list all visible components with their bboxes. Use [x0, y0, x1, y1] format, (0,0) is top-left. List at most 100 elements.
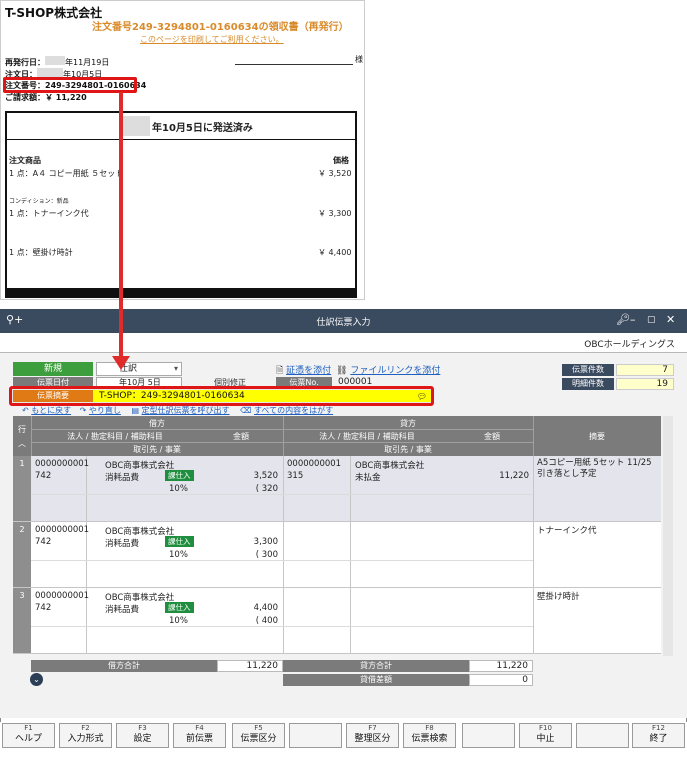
balance-diff-label: 貸借差額	[283, 674, 469, 686]
f8-voucher-search-button[interactable]: F8 伝票検索	[403, 723, 456, 748]
redacted-block	[120, 116, 150, 136]
minimize-icon[interactable]: –	[630, 313, 636, 326]
item-name: 1 点：壁掛け時計	[9, 248, 73, 257]
remarks: トナーインク代	[537, 526, 597, 536]
debit-account: 消耗品費	[105, 605, 140, 615]
f11-blank-button[interactable]	[576, 723, 629, 748]
item-name: 1 点：A４ コピー用紙 ５セット	[9, 169, 124, 178]
new-button[interactable]: 新規	[13, 362, 93, 376]
credit-partner-header: 取引先 / 事業	[384, 445, 432, 454]
detail-count-label: 明細件数	[562, 378, 614, 390]
clear-icon[interactable]: ⌫	[240, 406, 251, 415]
summary-highlight	[9, 386, 434, 406]
f5-voucher-class-button[interactable]: F5 伝票区分	[232, 723, 285, 748]
shipment-date: 年10月5日に発送済み	[152, 123, 253, 134]
collapse-icon[interactable]: ︿	[15, 438, 29, 449]
f3-settings-button[interactable]: F3 設定	[116, 723, 169, 748]
tax-badge: 課仕入	[165, 536, 194, 547]
receipt-title: 注文番号249-3294801-0160634の領収書（再発行）	[92, 22, 349, 33]
reissue-label: 再発行日：	[5, 58, 45, 67]
tax-amount: ( 400	[255, 616, 278, 626]
print-note: このページを印刷してご利用ください。	[140, 35, 284, 44]
detail-count-value: 19	[616, 378, 674, 390]
item-price: ￥ 3,520	[318, 169, 352, 178]
f10-cancel-button[interactable]: F10 中止	[519, 723, 572, 748]
row-number: 3	[13, 588, 31, 653]
redo-link[interactable]: やり直し	[89, 406, 121, 415]
redacted-block	[37, 68, 63, 77]
f6-blank-button[interactable]	[289, 723, 342, 748]
counts-panel: 伝票件数 7 明細件数 19	[562, 364, 674, 390]
red-arrow-head	[112, 356, 130, 370]
order-number-highlight	[3, 77, 137, 93]
recipient-line	[235, 64, 353, 65]
chevron-down-icon[interactable]: ⌄	[30, 673, 43, 686]
tax-rate: 10%	[169, 616, 188, 626]
company-bar: OBCホールディングス	[0, 333, 687, 353]
debit-company-code: 0000000001	[35, 591, 90, 601]
f4-prev-voucher-button[interactable]: F4 前伝票	[173, 723, 226, 748]
debit-header: 借方	[149, 419, 165, 428]
credit-header: 貸方	[400, 419, 416, 428]
undo-link[interactable]: もとに戻す	[31, 406, 71, 415]
reissue-date: 年11月19日	[65, 58, 110, 67]
billing-amount-line: ご請求額：￥ 11,220	[5, 93, 87, 102]
debit-amount: 4,400	[253, 603, 278, 613]
debit-account: 消耗品費	[105, 539, 140, 549]
window-title: 仕訳伝票入力	[316, 318, 371, 328]
window-titlebar: ⚲+ 仕訳伝票入力 🔑︎ – ▢ ✕	[0, 309, 687, 333]
recall-template-link[interactable]: 定型仕訳伝票を呼び出す	[142, 406, 230, 415]
recipient-sama: 様	[355, 55, 363, 64]
credit-account-header: 法人 / 勘定科目 / 補助科目	[319, 432, 415, 441]
f9-blank-button[interactable]	[462, 723, 515, 748]
debit-sub-code: 742	[35, 471, 52, 481]
redacted-block	[45, 56, 65, 65]
credit-company-code: 0000000001	[287, 459, 342, 469]
tax-rate: 10%	[169, 484, 188, 494]
grid-header: 行 ︿ 借方 法人 / 勘定科目 / 補助科目 金額 取引先 / 事業 貸方 法…	[13, 416, 661, 456]
tax-amount: ( 300	[255, 550, 278, 560]
redo-icon[interactable]: ↷	[80, 406, 87, 415]
undo-icon[interactable]: ↶	[22, 406, 29, 415]
vertical-scrollbar[interactable]	[663, 416, 673, 656]
debit-account-header: 法人 / 勘定科目 / 補助科目	[67, 432, 163, 441]
attach-filelink[interactable]: ⛓︎ ファイルリンクを添付	[336, 363, 440, 376]
totals-panel: 借方合計 11,220 貸方合計 11,220 貸借差額 0	[13, 660, 663, 690]
attach-evidence-link[interactable]: 証憑を添付	[286, 366, 331, 376]
f12-exit-button[interactable]: F12 終了	[632, 723, 685, 748]
clear-all-link[interactable]: すべての内容をはがす	[254, 406, 333, 415]
credit-total-value: 11,220	[469, 660, 533, 672]
reissue-date-line: 再発行日： 年11月19日	[5, 56, 109, 68]
attach-filelink-link[interactable]: ファイルリンクを添付	[350, 366, 440, 376]
maximize-icon[interactable]: ▢	[647, 315, 656, 325]
item-price: ￥ 4,400	[318, 248, 352, 257]
tax-amount: ( 320	[255, 484, 278, 494]
debit-company-code: 0000000001	[35, 525, 90, 535]
remarks: A5コピー用紙 5セット 11/25引き落とし予定	[537, 458, 652, 479]
table-row[interactable]: 1 0000000001 OBC商事株式会社 742 消耗品費 課仕入 3,52…	[13, 456, 661, 522]
debit-amount: 3,300	[253, 537, 278, 547]
credit-company: OBC商事株式会社	[355, 461, 425, 471]
recall-icon[interactable]: ▤	[131, 406, 139, 415]
close-icon[interactable]: ✕	[666, 313, 675, 326]
f2-input-format-button[interactable]: F2 入力形式	[59, 723, 112, 748]
edit-toolbar: ↶ もとに戻す ↷ やり直し ▤ 定型仕訳伝票を呼び出す ⌫ すべての内容をはが…	[22, 405, 333, 416]
row-number: 1	[13, 456, 31, 521]
slip-count-value: 7	[616, 364, 674, 376]
item-condition: コンディション：新品	[9, 198, 69, 205]
f7-arrange-class-button[interactable]: F7 整理区分	[346, 723, 399, 748]
help-icon[interactable]: 🔑︎	[616, 313, 630, 326]
remarks: 壁掛け時計	[537, 592, 580, 602]
tax-badge: 課仕入	[165, 470, 194, 481]
credit-sub-code: 315	[287, 471, 304, 481]
table-row[interactable]: 2 0000000001 OBC商事株式会社 742 消耗品費 課仕入 3,30…	[13, 522, 661, 588]
tax-rate: 10%	[169, 550, 188, 560]
journal-type-select[interactable]: 仕訳 ▾	[96, 362, 182, 376]
debit-company: OBC商事株式会社	[105, 461, 175, 471]
balance-diff-value: 0	[469, 674, 533, 686]
table-row[interactable]: 3 0000000001 OBC商事株式会社 742 消耗品費 課仕入 4,40…	[13, 588, 661, 654]
f1-help-button[interactable]: F1 ヘルプ	[2, 723, 55, 748]
debit-amount: 3,520	[253, 471, 278, 481]
debit-company: OBC商事株式会社	[105, 593, 175, 603]
document-icon: 🗎︎	[276, 366, 284, 376]
